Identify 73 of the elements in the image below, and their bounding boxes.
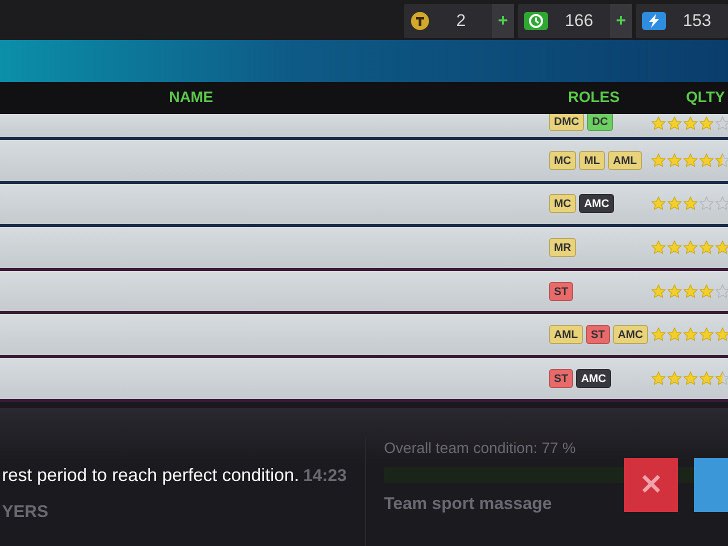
rest-message: rest period to reach perfect condition. — [2, 464, 300, 487]
star-icon — [651, 284, 666, 299]
star-icon — [683, 284, 698, 299]
column-header: ROLES — [568, 88, 618, 108]
star-icon — [651, 370, 666, 386]
star-icon — [667, 116, 682, 131]
players-label: YERS — [2, 501, 50, 523]
coin-icon — [410, 11, 430, 31]
role-tag: MC — [549, 150, 576, 170]
star-icon — [699, 116, 714, 131]
table-row[interactable]: MC AMC — [0, 184, 728, 228]
role-tag: MC — [549, 194, 576, 214]
clock-icon — [524, 12, 548, 30]
star-icon — [715, 240, 728, 255]
role-tag: AMC — [612, 325, 648, 344]
star-icon — [667, 284, 682, 299]
confirm-button[interactable] — [694, 458, 728, 512]
star-icon — [667, 152, 682, 168]
role-tag: AML — [608, 150, 642, 170]
role-tag: ML — [579, 150, 605, 170]
role-tag: DC — [587, 114, 613, 131]
half-star-icon — [715, 370, 728, 386]
add-button[interactable]: + — [492, 4, 514, 38]
add-button[interactable]: + — [610, 4, 632, 38]
empty-star-icon — [699, 196, 714, 212]
role-tag: DMC — [549, 114, 584, 131]
role-tag: AML — [549, 325, 583, 344]
table-row[interactable]: ST — [0, 270, 728, 314]
table-row[interactable]: ST AMC — [0, 358, 728, 402]
star-icon — [683, 240, 698, 255]
star-icon — [699, 370, 714, 386]
empty-star-icon — [715, 116, 728, 131]
star-icon — [667, 196, 682, 212]
role-tag: ST — [549, 282, 574, 301]
star-icon — [683, 370, 698, 386]
column-header: QLTY — [686, 88, 725, 108]
star-icon — [651, 327, 666, 342]
role-tag: AMC — [576, 368, 612, 388]
lightning-icon — [642, 12, 666, 30]
star-icon — [683, 152, 698, 168]
star-icon — [651, 152, 666, 168]
half-star-icon — [715, 152, 728, 168]
empty-star-icon — [715, 284, 728, 299]
star-icon — [699, 327, 714, 342]
currency-amount: 166 — [564, 10, 594, 32]
condition-title: Overall team condition: 77 % — [384, 439, 577, 459]
currency-amount: 2 — [455, 10, 467, 32]
role-tag: ST — [549, 368, 574, 388]
star-icon — [683, 196, 698, 212]
star-icon — [683, 116, 698, 131]
role-tag: ST — [586, 325, 610, 344]
empty-star-icon — [715, 196, 728, 212]
table-row[interactable]: MC ML AML — [0, 140, 728, 184]
star-icon — [667, 327, 682, 342]
column-header: NAME — [169, 88, 213, 108]
role-tag: AMC — [579, 194, 614, 214]
table-row[interactable]: MR — [0, 227, 728, 271]
role-tag: MR — [549, 238, 576, 257]
currency-amount: 153 — [682, 10, 712, 32]
star-icon — [667, 370, 682, 386]
star-icon — [651, 240, 666, 255]
star-icon — [715, 327, 728, 342]
star-icon — [651, 196, 666, 212]
table-row[interactable]: DMC DC — [0, 114, 728, 140]
table-row[interactable]: AML ST AMC — [0, 314, 728, 358]
star-icon — [651, 116, 666, 131]
star-icon — [683, 327, 698, 342]
star-icon — [699, 152, 714, 168]
star-icon — [699, 284, 714, 299]
star-icon — [699, 240, 714, 255]
rest-timer: 14:23 — [303, 464, 347, 487]
massage-label: Team sport massage — [384, 492, 553, 515]
star-icon — [667, 240, 682, 255]
